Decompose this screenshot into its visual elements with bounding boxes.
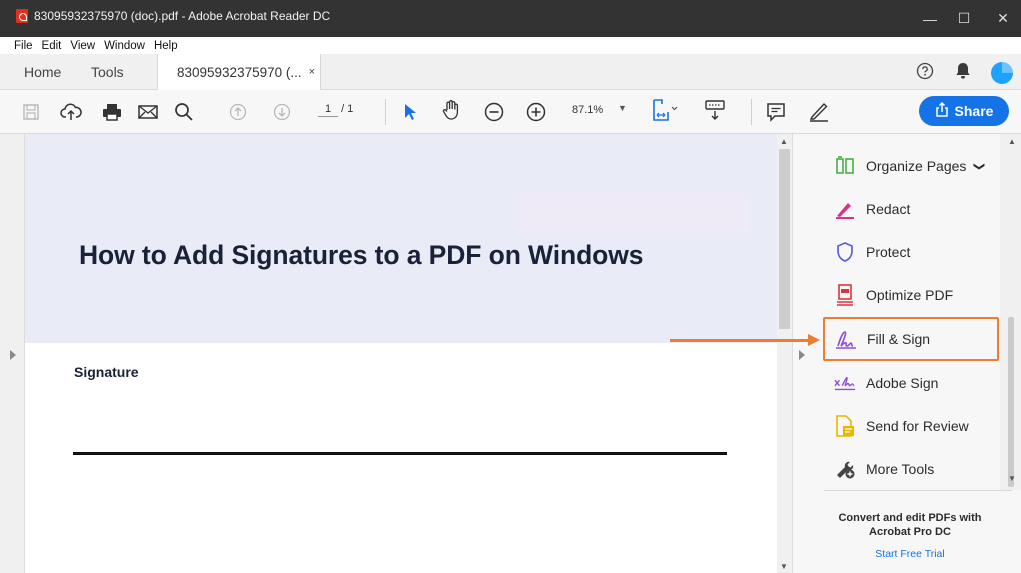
page-number-input[interactable]: 1 <box>318 103 338 117</box>
tool-protect[interactable]: Protect <box>824 234 1004 270</box>
document-header-band <box>25 134 777 343</box>
upgrade-promo-text: Convert and edit PDFs with Acrobat Pro D… <box>838 512 982 538</box>
protect-icon <box>834 241 856 263</box>
right-pane-toggle-strip <box>792 134 810 573</box>
hand-tool-icon[interactable] <box>440 98 462 122</box>
share-label: Share <box>954 103 994 119</box>
search-icon[interactable] <box>174 100 194 124</box>
tab-bar: Home Tools 83095932375970 (... × <box>0 54 1021 90</box>
tab-tools[interactable]: Tools <box>91 54 124 90</box>
tab-document[interactable]: 83095932375970 (... × <box>157 54 321 90</box>
notifications-bell-icon[interactable] <box>953 61 973 81</box>
tool-optimize-pdf[interactable]: Optimize PDF <box>824 277 1004 313</box>
panel-divider <box>824 490 1012 491</box>
organize-pages-icon <box>834 155 856 177</box>
select-cursor-icon[interactable] <box>403 100 417 124</box>
menu-file[interactable]: File <box>14 40 33 52</box>
title-bar: 83095932375970 (doc).pdf - Adobe Acrobat… <box>0 0 1021 37</box>
scrollbar-thumb[interactable] <box>779 149 790 329</box>
tool-label: Fill & Sign <box>867 331 931 347</box>
tools-pane-scrollbar[interactable]: ▲ ▼ <box>1000 134 1021 490</box>
scroll-down-icon[interactable]: ▼ <box>1008 474 1016 483</box>
chevron-down-icon[interactable]: ❯ <box>974 161 987 170</box>
signature-line <box>73 452 727 455</box>
more-tools-icon <box>834 458 856 480</box>
menu-view[interactable]: View <box>70 40 95 52</box>
zoom-out-icon[interactable] <box>484 100 504 124</box>
page-fit-icon[interactable] <box>651 98 679 122</box>
start-free-trial-link[interactable]: Start Free Trial <box>820 548 1000 560</box>
collapse-right-pane-icon[interactable] <box>799 350 805 360</box>
scroll-up-icon[interactable]: ▲ <box>1008 137 1016 146</box>
tab-document-label: 83095932375970 (... <box>177 64 302 80</box>
scroll-down-icon[interactable]: ▼ <box>780 562 788 571</box>
tab-close-icon[interactable]: × <box>309 66 315 78</box>
upload-cloud-icon[interactable] <box>60 100 82 124</box>
tool-label: Redact <box>866 201 911 217</box>
keyboard-scroll-icon[interactable] <box>704 98 726 122</box>
print-icon[interactable] <box>102 100 122 124</box>
document-scrollbar[interactable]: ▲ ▼ <box>777 134 792 573</box>
annotation-arrow <box>670 339 810 342</box>
tool-send-for-review[interactable]: Send for Review <box>824 408 1004 444</box>
zoom-in-icon[interactable] <box>526 100 546 124</box>
tool-label: Protect <box>866 244 911 260</box>
tool-adobe-sign[interactable]: Adobe Sign <box>824 365 1004 401</box>
menu-window[interactable]: Window <box>104 40 145 52</box>
tool-label: Send for Review <box>866 418 969 434</box>
scrollbar-thumb[interactable] <box>1008 317 1014 487</box>
tab-home[interactable]: Home <box>24 54 61 90</box>
tools-pane: Organize Pages ❯ Redact Protect Optimize… <box>810 134 1021 573</box>
tool-more-tools[interactable]: More Tools <box>824 451 1004 487</box>
annotation-arrowhead <box>808 334 820 346</box>
toolbar-divider <box>751 99 752 125</box>
left-nav-strip <box>0 134 25 573</box>
account-avatar-icon[interactable] <box>990 61 1014 85</box>
zoom-dropdown-icon[interactable]: ▼ <box>618 103 627 113</box>
comment-icon[interactable] <box>766 100 786 124</box>
next-page-icon[interactable] <box>273 100 291 124</box>
page-total: / 1 <box>341 103 354 115</box>
document-heading: How to Add Signatures to a PDF on Window… <box>79 240 644 270</box>
scroll-up-icon[interactable]: ▲ <box>780 137 788 146</box>
tool-label: Organize Pages <box>866 158 967 174</box>
header-decoration <box>518 194 748 232</box>
tool-label: Adobe Sign <box>866 375 939 391</box>
redact-icon <box>834 198 856 220</box>
window-title: 83095932375970 (doc).pdf - Adobe Acrobat… <box>34 9 331 23</box>
document-page: How to Add Signatures to a PDF on Window… <box>25 134 777 573</box>
zoom-level[interactable]: 87.1% <box>572 104 603 116</box>
adobe-sign-icon <box>834 372 856 394</box>
email-icon[interactable] <box>138 100 158 124</box>
tool-label: Optimize PDF <box>866 287 954 303</box>
share-icon <box>935 101 949 120</box>
menu-bar: File Edit View Window Help <box>0 37 1021 54</box>
fill-sign-icon <box>835 328 857 350</box>
page-indicator: 1 / 1 <box>318 103 353 117</box>
close-window-button[interactable]: ✕ <box>980 0 1021 37</box>
optimize-pdf-icon <box>834 284 856 306</box>
acrobat-app-icon <box>16 9 28 23</box>
send-for-review-icon <box>834 415 856 437</box>
help-icon[interactable] <box>915 61 935 81</box>
share-button[interactable]: Share <box>919 96 1009 126</box>
toolbar-divider <box>385 99 386 125</box>
signature-label: Signature <box>74 364 139 380</box>
draw-pen-icon[interactable] <box>808 99 830 123</box>
menu-edit[interactable]: Edit <box>42 40 62 52</box>
previous-page-icon[interactable] <box>229 100 247 124</box>
tool-redact[interactable]: Redact <box>824 191 1004 227</box>
menu-help[interactable]: Help <box>154 40 178 52</box>
save-icon[interactable] <box>22 100 40 124</box>
tool-organize-pages[interactable]: Organize Pages ❯ <box>824 148 1004 184</box>
tool-fill-sign[interactable]: Fill & Sign <box>823 317 999 361</box>
expand-left-pane-icon[interactable] <box>10 350 16 360</box>
tool-label: More Tools <box>866 461 935 477</box>
